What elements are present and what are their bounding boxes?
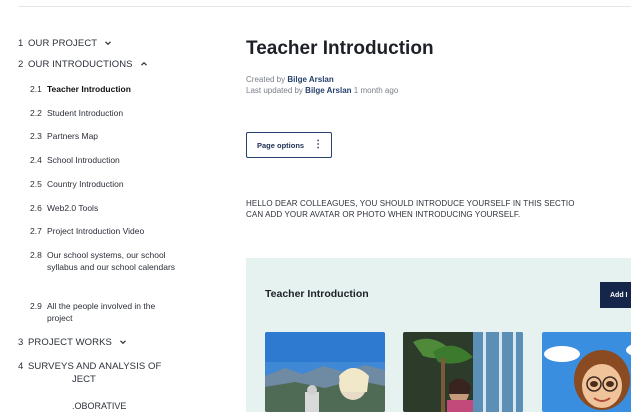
- sidebar-item-number: 2.9: [30, 301, 42, 311]
- sidebar-item-number: 2.4: [30, 155, 42, 165]
- sidebar-item-number: 2.7: [30, 226, 42, 236]
- teacher-avatar-card[interactable]: [542, 332, 631, 412]
- sidebar-item-label: Teacher Introduction: [47, 84, 131, 94]
- page-title: Teacher Introduction: [246, 38, 434, 59]
- sidebar-item-number: 2.1: [30, 84, 42, 94]
- sidebar-item-label: PROJECT WORKS: [28, 337, 112, 348]
- teacher-photo: [403, 332, 523, 412]
- more-options-icon: ⋮: [313, 139, 324, 150]
- board-title: Teacher Introduction: [265, 288, 369, 300]
- sidebar-item-country-introduction[interactable]: 2.5 Country Introduction: [30, 178, 190, 190]
- page-options-button[interactable]: Page options ⋮: [246, 132, 332, 158]
- sidebar-item-label: OUR INTRODUCTIONS: [28, 59, 133, 70]
- teacher-photo: [265, 332, 385, 412]
- intro-text-line: CAN ADD YOUR AVATAR OR PHOTO WHEN INTROD…: [246, 210, 521, 219]
- sidebar-item-number: 4: [18, 361, 24, 372]
- sidebar-item-label: All the people involved in the project: [47, 301, 156, 323]
- sidebar-item-number: 3: [18, 337, 24, 348]
- teacher-photo-card[interactable]: [403, 332, 523, 412]
- sidebar-item-number: 2.6: [30, 203, 42, 213]
- sidebar-item-surveys[interactable]: 4 SURVEYS AND ANALYSIS OF: [18, 361, 161, 373]
- sidebar-item-number: 2: [18, 59, 24, 70]
- intro-text-line: HELLO DEAR COLLEAGUES, YOU SHOULD INTROD…: [246, 199, 575, 208]
- updated-time: 1 month ago: [353, 86, 399, 95]
- intro-text: HELLO DEAR COLLEAGUES, YOU SHOULD INTROD…: [246, 198, 631, 220]
- sidebar-nav: 1 OUR PROJECT 2 OUR INTRODUCTIONS 2.1 Te…: [0, 0, 230, 412]
- sidebar-item-number: 2.2: [30, 108, 42, 118]
- sidebar-item-student-introduction[interactable]: 2.2 Student Introduction: [30, 107, 190, 119]
- teacher-introduction-board: Teacher Introduction Add I: [246, 258, 631, 412]
- add-post-button[interactable]: Add I: [600, 282, 631, 308]
- sidebar-item-number: 2.5: [30, 179, 42, 189]
- sidebar-item-our-project[interactable]: 1 OUR PROJECT: [18, 38, 113, 50]
- author-link[interactable]: Bilge Arslan: [287, 75, 333, 84]
- sidebar-item-teacher-introduction[interactable]: 2.1 Teacher Introduction: [30, 83, 190, 95]
- sidebar-item-project-introduction-video[interactable]: 2.7 Project Introduction Video: [30, 225, 190, 237]
- sidebar-item-label: JECT: [72, 374, 96, 385]
- sidebar-item-label: Country Introduction: [47, 179, 124, 189]
- updater-link[interactable]: Bilge Arslan: [305, 86, 351, 95]
- sidebar-item-label: Our school systems, our school syllabus …: [47, 250, 176, 272]
- sidebar-item-label: Partners Map: [47, 131, 99, 141]
- sidebar-item-label: Student Introduction: [47, 108, 124, 118]
- created-by-line: Created by Bilge Arslan: [246, 75, 334, 84]
- main-content: Teacher Introduction Created by Bilge Ar…: [246, 0, 631, 412]
- sidebar-item-label: SURVEYS AND ANALYSIS OF: [28, 361, 162, 372]
- teacher-photo-card[interactable]: [265, 332, 385, 412]
- add-post-label: Add I: [610, 291, 628, 299]
- chevron-up-icon[interactable]: [139, 59, 149, 69]
- updated-by-prefix: Last updated by: [246, 86, 303, 95]
- sidebar-item-label: Web2.0 Tools: [47, 203, 99, 213]
- sidebar-item-number: 1: [18, 38, 24, 49]
- sidebar-item-school-systems[interactable]: 2.8 Our school systems, our school sylla…: [30, 249, 188, 273]
- sidebar-item-surveys-continued: JECT: [72, 374, 96, 386]
- sidebar-item-label: OUR PROJECT: [28, 38, 98, 49]
- chevron-down-icon[interactable]: [118, 337, 128, 347]
- sidebar-item-our-introductions[interactable]: 2 OUR INTRODUCTIONS: [18, 59, 149, 71]
- chevron-down-icon[interactable]: [103, 38, 113, 48]
- sidebar-item-school-introduction[interactable]: 2.4 School Introduction: [30, 154, 190, 166]
- sidebar-item-people-involved[interactable]: 2.9 All the people involved in the proje…: [30, 300, 180, 324]
- sidebar-item-label: School Introduction: [47, 155, 120, 165]
- sidebar-item-label: Project Introduction Video: [47, 226, 145, 236]
- sidebar-item-label: .OBORATIVE: [72, 401, 127, 411]
- sidebar-item-number: 2.8: [30, 250, 42, 260]
- sidebar-item-collaborative[interactable]: .OBORATIVE: [72, 400, 126, 412]
- sidebar-item-web20-tools[interactable]: 2.6 Web2.0 Tools: [30, 202, 190, 214]
- sidebar-item-number: 2.3: [30, 131, 42, 141]
- created-by-prefix: Created by: [246, 75, 286, 84]
- teacher-avatar: [542, 332, 631, 412]
- sidebar-item-partners-map[interactable]: 2.3 Partners Map: [30, 130, 190, 142]
- updated-by-line: Last updated by Bilge Arslan 1 month ago: [246, 86, 398, 95]
- sidebar-item-project-works[interactable]: 3 PROJECT WORKS: [18, 337, 128, 349]
- page-options-label: Page options: [257, 140, 305, 150]
